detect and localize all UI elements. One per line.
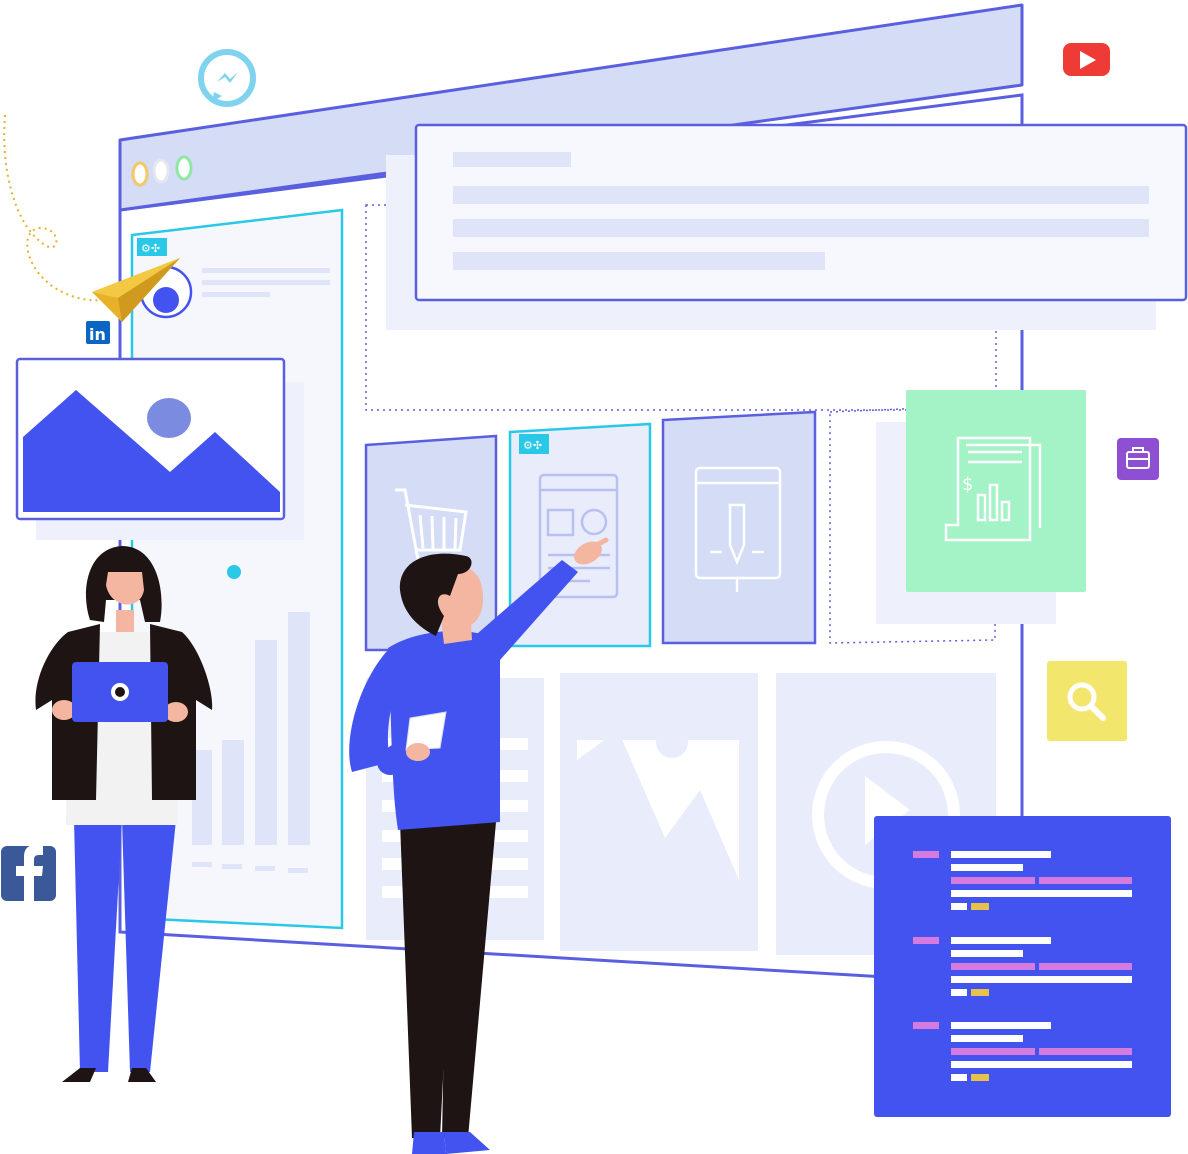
search-icon[interactable] bbox=[1047, 661, 1127, 741]
svg-text:in: in bbox=[89, 325, 106, 344]
flight-path bbox=[3, 114, 111, 302]
window-maximize-dot[interactable] bbox=[175, 155, 193, 181]
bottom-image-card bbox=[560, 673, 758, 951]
text-placeholder-line bbox=[453, 219, 1149, 237]
svg-text:$: $ bbox=[962, 474, 973, 495]
floating-image-card bbox=[15, 357, 304, 540]
code-panel bbox=[874, 816, 1171, 1117]
text-placeholder-line bbox=[453, 186, 1149, 204]
settings-chip-icon: ⚙✣ bbox=[141, 242, 160, 255]
gear-icon[interactable] bbox=[227, 565, 241, 579]
header-text-card bbox=[386, 123, 1188, 330]
linkedin-icon[interactable]: in bbox=[86, 321, 110, 344]
illustration-canvas: ⚙✣ ⚙✣ $ in bbox=[1, 3, 1188, 1154]
widget-card-design[interactable] bbox=[661, 410, 817, 645]
report-card[interactable]: $ bbox=[906, 390, 1086, 592]
window-minimize-dot[interactable] bbox=[152, 158, 170, 184]
text-placeholder-line bbox=[453, 252, 825, 270]
image-icon bbox=[577, 726, 739, 918]
youtube-icon[interactable] bbox=[1063, 43, 1110, 76]
briefcase-icon[interactable] bbox=[1117, 438, 1159, 480]
window-close-dot[interactable] bbox=[131, 161, 149, 187]
facebook-icon[interactable] bbox=[1, 845, 56, 901]
move-icon: ⚙✣ bbox=[523, 439, 542, 452]
messenger-icon[interactable] bbox=[198, 49, 256, 107]
text-placeholder-line bbox=[453, 152, 571, 167]
